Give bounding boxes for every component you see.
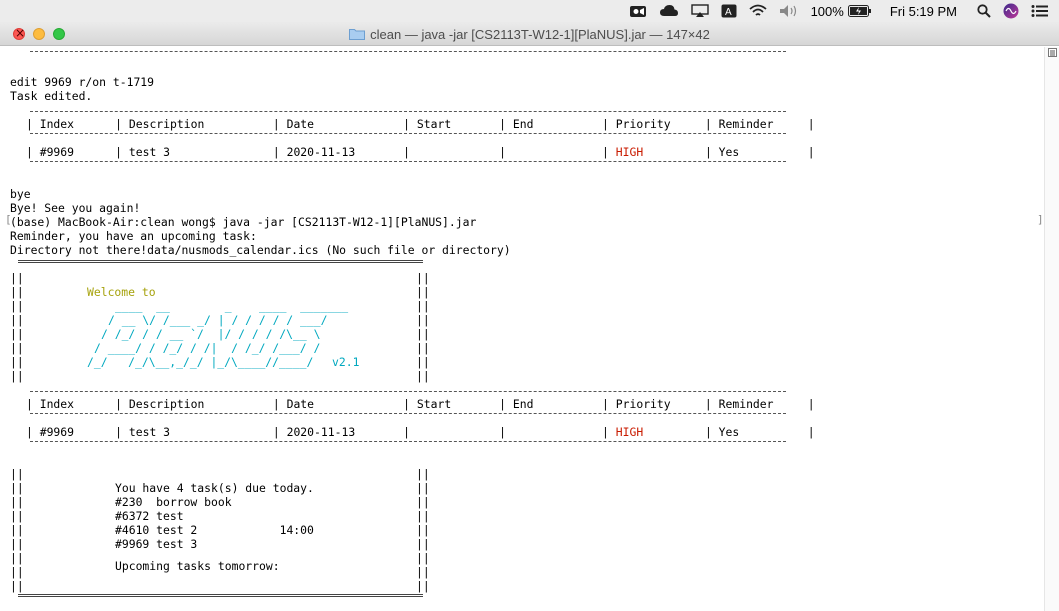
scroll-toggle-icon[interactable]: [1048, 48, 1057, 57]
box-side-right: ||: [416, 313, 430, 327]
window-title: clean — java -jar [CS2113T-W12-1][PlaNUS…: [0, 22, 1059, 46]
battery-icon[interactable]: [847, 5, 872, 17]
box-side-right: ||: [416, 481, 430, 495]
folder-icon: [349, 28, 366, 40]
box-side-right: ||: [416, 565, 430, 579]
box-side-left: ||: [10, 327, 24, 341]
table-rule: [30, 413, 786, 414]
cloud-icon[interactable]: [659, 4, 679, 18]
terminal-output[interactable]: edit 9969 r/on t-1719 Task edited. | Ind…: [0, 47, 1044, 611]
table-row: | #9969 | test 3 | 2020-11-13 | | | HIGH…: [26, 425, 815, 439]
box-side-left: ||: [10, 467, 24, 481]
box-side-right: ||: [416, 285, 430, 299]
box-side-right: ||: [416, 467, 430, 481]
box-border: [18, 594, 423, 597]
version-label: v2.1: [332, 355, 360, 369]
row-cells: | #9969 | test 3 | 2020-11-13 | | |: [26, 145, 616, 159]
box-side-right: ||: [416, 327, 430, 341]
terminal-window: clean — java -jar [CS2113T-W12-1][PlaNUS…: [0, 22, 1059, 611]
box-border: [18, 260, 423, 263]
box-side-right: ||: [416, 341, 430, 355]
box-side-left: ||: [10, 537, 24, 551]
task-item: #4610 test 2 14:00: [115, 523, 314, 537]
table-rule: [30, 111, 786, 112]
table-rule: [30, 441, 786, 442]
logo-line: /_/ /_/\__,_/_/ |_/\____//____/: [87, 355, 314, 369]
task-item: #230 borrow book: [115, 495, 232, 509]
box-side-left: ||: [10, 579, 24, 593]
box-side-left: ||: [10, 495, 24, 509]
window-title-text: clean — java -jar [CS2113T-W12-1][PlaNUS…: [370, 26, 710, 42]
box-side-left: ||: [10, 285, 24, 299]
logo-line: ____ __ _ ____ _______: [115, 299, 349, 313]
output-line: Task edited.: [10, 89, 93, 103]
table-rule: [30, 51, 786, 52]
window-titlebar[interactable]: clean — java -jar [CS2113T-W12-1][PlaNUS…: [0, 22, 1059, 46]
box-side-left: ||: [10, 271, 24, 285]
terminal-scrollbar[interactable]: [1044, 47, 1059, 611]
table-rule: [30, 391, 786, 392]
row-cells: | #9969 | test 3 | 2020-11-13 | | |: [26, 425, 616, 439]
box-side-right: ||: [416, 579, 430, 593]
row-cells: | Yes |: [643, 145, 815, 159]
table-row: | #9969 | test 3 | 2020-11-13 | | | HIGH…: [26, 145, 815, 159]
input-source-icon[interactable]: A: [721, 4, 737, 18]
svg-text:A: A: [725, 7, 732, 18]
due-today-text: You have 4 task(s) due today.: [115, 481, 314, 495]
box-side-right: ||: [416, 551, 430, 565]
output-line: Directory not there!data/nusmods_calenda…: [10, 243, 511, 257]
box-side-right: ||: [416, 271, 430, 285]
command-line: bye: [10, 187, 31, 201]
airplay-icon[interactable]: [690, 4, 709, 18]
table-rule: [30, 161, 786, 162]
box-side-left: ||: [10, 523, 24, 537]
box-side-right: ||: [416, 299, 430, 313]
zoom-icon[interactable]: [629, 4, 647, 18]
box-side-left: ||: [10, 313, 24, 327]
volume-icon[interactable]: [779, 4, 799, 18]
box-side-left: ||: [10, 551, 24, 565]
command-line: edit 9969 r/on t-1719: [10, 75, 155, 89]
task-item: #9969 test 3: [115, 537, 198, 551]
logo-line: / /_/ / / __ `/ |/ / / / /\__ \: [101, 327, 321, 341]
mark-bracket: [: [5, 213, 12, 226]
box-side-left: ||: [10, 369, 24, 383]
logo-line: / __ \/ /___ _/ | / / / / / ___/: [108, 313, 328, 327]
spotlight-search-icon[interactable]: [977, 4, 991, 18]
battery-percent: 100%: [810, 3, 844, 19]
row-cells: | Yes |: [643, 425, 815, 439]
box-side-left: ||: [10, 509, 24, 523]
shell-prompt: (base) MacBook-Air:clean wong$ java -jar…: [10, 215, 477, 229]
welcome-text: Welcome to: [87, 285, 156, 299]
upcoming-tomorrow-text: Upcoming tasks tomorrow:: [115, 559, 280, 573]
box-side-left: ||: [10, 299, 24, 313]
box-side-right: ||: [416, 369, 430, 383]
box-side-right: ||: [416, 537, 430, 551]
wifi-icon[interactable]: [748, 4, 767, 18]
mark-bracket: ]: [1037, 213, 1044, 226]
output-line: Bye! See you again!: [10, 201, 141, 215]
task-item: #6372 test: [115, 509, 184, 523]
logo-line: / ____/ / /_/ / /| / /_/ /___/ /: [94, 341, 321, 355]
table-rule: [30, 133, 786, 134]
priority-high-label: HIGH: [615, 145, 644, 159]
box-side-left: ||: [10, 355, 24, 369]
notification-center-icon[interactable]: [1031, 4, 1049, 18]
siri-icon[interactable]: [1003, 3, 1019, 19]
box-side-right: ||: [416, 495, 430, 509]
menubar-clock[interactable]: Fri 5:19 PM: [890, 4, 957, 19]
menu-bar: A 100% Fri 5:19 PM: [0, 0, 1059, 22]
box-side-right: ||: [416, 355, 430, 369]
table-header: | Index | Description | Date | Start | E…: [26, 397, 815, 411]
box-side-right: ||: [416, 523, 430, 537]
output-line: Reminder, you have an upcoming task:: [10, 229, 257, 243]
box-side-left: ||: [10, 341, 24, 355]
priority-high-label: HIGH: [615, 425, 644, 439]
table-header: | Index | Description | Date | Start | E…: [26, 117, 815, 131]
box-side-left: ||: [10, 481, 24, 495]
box-side-left: ||: [10, 565, 24, 579]
box-side-right: ||: [416, 509, 430, 523]
